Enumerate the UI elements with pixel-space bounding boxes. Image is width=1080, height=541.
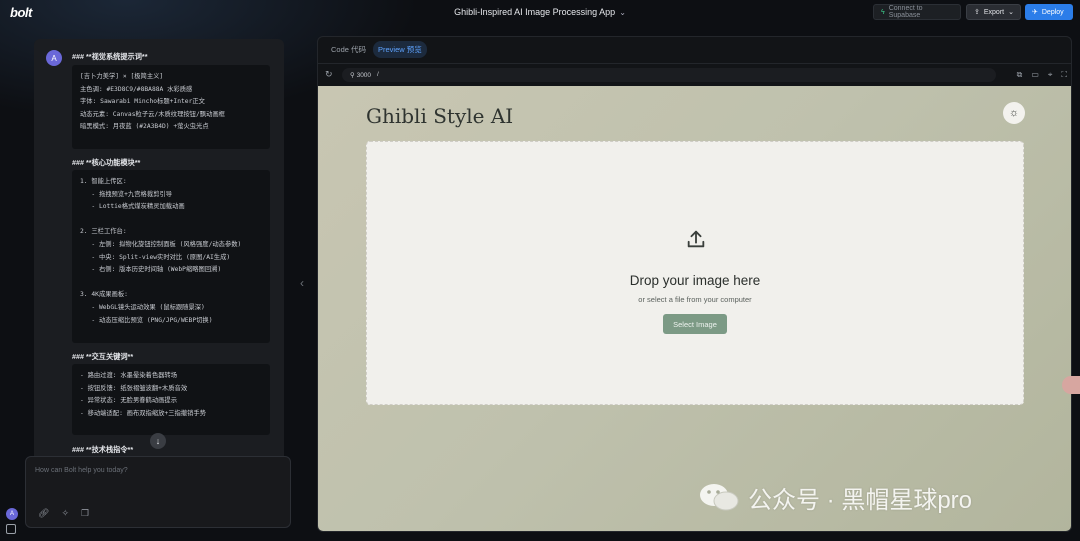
export-icon: ⇪ (974, 9, 980, 16)
app-preview: Ghibli Style AI ☼ Drop your image here o… (318, 86, 1071, 531)
url-field[interactable]: ⚲ 3000 / (342, 68, 996, 82)
fullscreen-icon[interactable]: ⛶ (1061, 70, 1067, 80)
floating-helper[interactable] (1062, 376, 1080, 394)
connect-supabase-label: Connect to Supabase (888, 5, 923, 19)
supabase-icon: ϟ (881, 8, 885, 16)
port-label: ⚲ 3000 (350, 72, 372, 79)
sparkle-icon[interactable]: ✧ (61, 508, 69, 519)
chat-input-placeholder: How can Bolt help you today? (35, 467, 128, 474)
view-tabs: Code 代码 Preview 预览 (326, 40, 427, 58)
refresh-icon[interactable]: ↻ (325, 69, 333, 80)
chevron-left-icon[interactable]: ‹ (300, 276, 304, 290)
sun-icon[interactable]: ☼ (1003, 102, 1025, 124)
section-heading: ### **交互关键词** (72, 352, 134, 361)
deploy-button[interactable]: ✈ Deploy (1025, 4, 1073, 20)
user-avatar[interactable]: A (6, 508, 18, 520)
drop-title: Drop your image here (629, 273, 761, 288)
port-value: 3000 (356, 72, 372, 79)
upload-dropzone[interactable]: Drop your image here or select a file fr… (366, 141, 1024, 405)
path-value: / (377, 71, 379, 78)
section-heading: ### **视觉系统提示词** (72, 52, 148, 61)
sidebar-icon[interactable] (6, 524, 16, 534)
section-heading: ### **核心功能模块** (72, 158, 141, 167)
avatar: A (46, 50, 62, 66)
arrow-down-icon[interactable]: ↓ (150, 433, 166, 449)
drop-subtitle: or select a file from your computer (638, 295, 752, 304)
deploy-label: Deploy (1041, 8, 1064, 16)
code-block: - 路由过渡: 水墨晕染着色器转场 - 按钮反馈: 纸张褶皱波翻+木质音效 - … (72, 364, 270, 435)
code-block: 1. 智能上传区: - 拖拽预览+九宫格裁剪引导 - Lottie格式煤炭精灵加… (72, 170, 270, 343)
external-link-icon[interactable]: ⧉ (1017, 70, 1023, 80)
link-icon[interactable]: 🔗︎ (38, 508, 49, 519)
upload-icon (687, 230, 705, 248)
preview-panel: Code 代码 Preview 预览 ↻ ⚲ 3000 / ⧉ ▭ ⌖ ⛶ Gh… (317, 36, 1072, 532)
code-block: [吉卜力美学] × [极简主义] 主色调: #E3D8C9/#8BA88A 水彩… (72, 65, 270, 149)
chat-panel[interactable]: A ### **视觉系统提示词** [吉卜力美学] × [极简主义] 主色调: … (34, 39, 284, 479)
export-button[interactable]: ⇪ Export ⌄ (966, 4, 1021, 20)
tab-code[interactable]: Code 代码 (326, 41, 371, 58)
deploy-icon: ✈ (1032, 9, 1038, 16)
chevron-down-icon: ⌄ (1008, 9, 1014, 16)
chat-input[interactable]: How can Bolt help you today? 🔗︎ ✧ ❐ (25, 456, 291, 528)
tab-preview[interactable]: Preview 预览 (373, 40, 427, 58)
devices-icon[interactable]: ▭ (1031, 70, 1039, 80)
chevron-down-icon: ⌄ (619, 8, 626, 17)
top-bar: bolt Ghibli-Inspired AI Image Processing… (0, 0, 1080, 25)
project-title-text: Ghibli-Inspired AI Image Processing App (454, 7, 616, 17)
watermark-text: 公众号 · 黑帽星球pro (748, 486, 973, 514)
section-heading: ### **技术栈指令** (72, 445, 134, 454)
wechat-icon (700, 484, 739, 511)
url-bar: ↻ ⚲ 3000 / ⧉ ▭ ⌖ ⛶ (318, 63, 1071, 85)
watermark: 公众号 · 黑帽星球pro (698, 482, 973, 514)
select-image-button[interactable]: Select Image (663, 314, 727, 334)
app-title: Ghibli Style AI (366, 104, 514, 128)
export-label: Export (983, 8, 1005, 16)
connect-supabase-button[interactable]: ϟ Connect to Supabase (873, 4, 961, 20)
chat-icon[interactable]: ❐ (81, 508, 89, 519)
picker-icon[interactable]: ⌖ (1048, 70, 1053, 80)
